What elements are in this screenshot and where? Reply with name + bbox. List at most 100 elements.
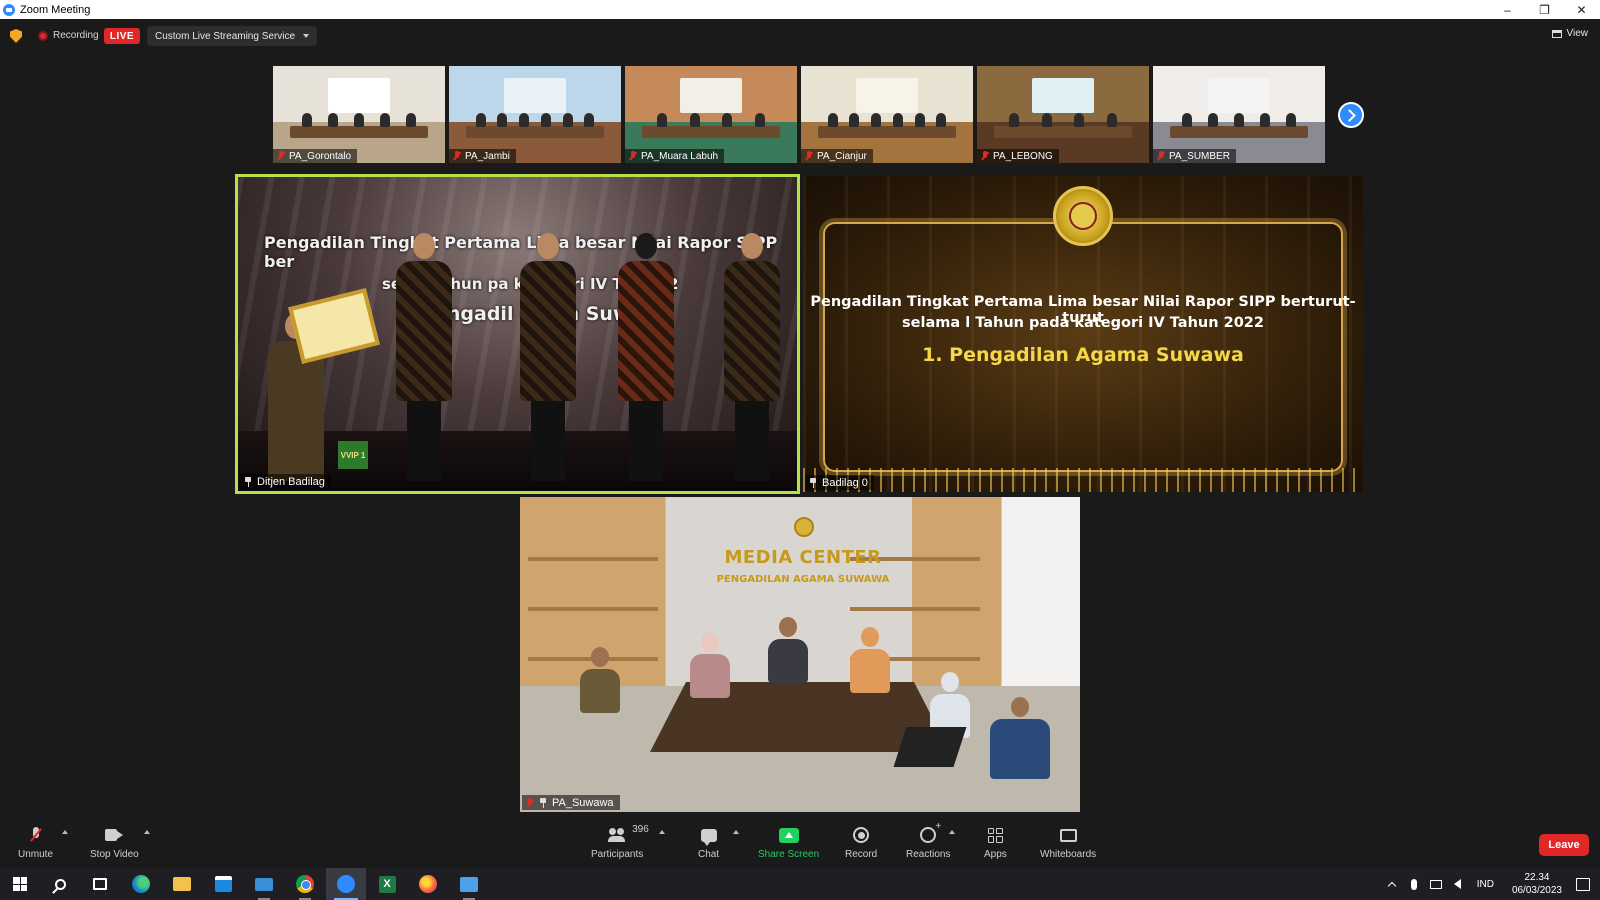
reactions-label: Reactions (906, 849, 951, 860)
thumb-banner (1032, 77, 1094, 113)
meeting-toolbar: Unmute Stop Video 396 Participants Chat … (0, 818, 1600, 868)
mic-muted-icon (30, 827, 42, 843)
apps-button[interactable]: Apps (984, 826, 1007, 860)
close-button[interactable]: ✕ (1563, 0, 1600, 19)
unmute-button[interactable]: Unmute (18, 826, 53, 860)
minimize-button[interactable]: – (1489, 0, 1526, 19)
record-button[interactable]: Record (845, 826, 877, 860)
tray-network[interactable] (1425, 879, 1447, 889)
security-shield-icon[interactable] (10, 29, 22, 43)
participant-name: PA_Jambi (465, 150, 510, 162)
participant-namebar: PA_Cianjur (801, 149, 873, 163)
microphone-icon (1410, 878, 1417, 890)
unmute-label: Unmute (18, 849, 54, 860)
chevron-up-icon (1387, 881, 1396, 891)
task-view-button[interactable] (80, 868, 120, 900)
recording-dot-icon (38, 31, 48, 41)
taskbar-app[interactable] (449, 868, 489, 900)
start-button[interactable] (0, 868, 40, 900)
input-language[interactable]: IND (1469, 879, 1502, 890)
taskbar-chrome[interactable] (285, 868, 325, 900)
search-icon (54, 878, 66, 890)
tray-microphone[interactable] (1403, 878, 1425, 890)
whiteboard-icon (1059, 828, 1077, 842)
participant-thumbnail[interactable]: PA_Gorontalo (273, 66, 445, 163)
taskbar-firefox[interactable] (408, 868, 448, 900)
audio-options-caret-icon[interactable] (62, 830, 68, 834)
participant-namebar: PA_Suwawa (522, 795, 620, 810)
video-camera-icon (105, 829, 123, 841)
recording-label[interactable]: Recording (53, 30, 99, 41)
thumb-banner (1208, 77, 1270, 113)
mic-muted-icon (629, 151, 637, 161)
reactions-options-caret-icon[interactable] (949, 830, 955, 834)
streaming-service-dropdown[interactable]: Custom Live Streaming Service (147, 26, 318, 46)
store-icon (214, 876, 232, 892)
firefox-icon (419, 875, 437, 893)
taskbar-edge[interactable] (121, 868, 161, 900)
taskbar-clock[interactable]: 22.34 06/03/2023 (1502, 871, 1572, 897)
participant-thumbnail[interactable]: PA_Muara Labuh (625, 66, 797, 163)
taskbar-excel[interactable]: X (367, 868, 407, 900)
video-tile-badilag-0[interactable]: Pengadilan Tingkat Pertama Lima besar Ni… (803, 176, 1363, 492)
participants-button[interactable]: 396 Participants (591, 824, 649, 860)
participant-thumbnail[interactable]: PA_Cianjur (801, 66, 973, 163)
stage-person (520, 233, 576, 481)
video-options-caret-icon[interactable] (144, 830, 150, 834)
restore-button[interactable]: ❐ (1526, 0, 1563, 19)
stop-video-button[interactable]: Stop Video (90, 826, 139, 860)
thumb-people (822, 112, 953, 127)
tray-volume[interactable] (1447, 879, 1469, 889)
next-page-arrow-icon[interactable] (1338, 102, 1364, 128)
taskbar-file-explorer[interactable] (162, 868, 202, 900)
participant-namebar: PA_Jambi (449, 149, 516, 163)
participant-thumbnail[interactable]: PA_LEBONG (977, 66, 1149, 163)
participants-options-caret-icon[interactable] (659, 830, 665, 834)
participant-name: PA_Gorontalo (289, 150, 352, 162)
bookshelf (528, 557, 658, 561)
clock-date: 06/03/2023 (1511, 885, 1562, 896)
video-tile-ditjen-badilag[interactable]: Pengadilan Tingkat Pertama Lima besar Ni… (235, 174, 800, 494)
taskbar-search-button[interactable] (40, 868, 80, 900)
show-hidden-icons-button[interactable] (1381, 879, 1403, 891)
view-button[interactable]: View (1551, 28, 1588, 39)
live-badge: LIVE (104, 28, 140, 44)
room-person (990, 697, 1050, 779)
taskbar-store[interactable] (203, 868, 243, 900)
thumb-table (466, 126, 604, 138)
chat-button[interactable]: Chat (698, 826, 719, 860)
share-screen-label: Share Screen (758, 849, 820, 860)
participants-label: Participants (591, 849, 644, 860)
room-person (580, 647, 620, 713)
bookshelf (528, 607, 658, 611)
leave-button[interactable]: Leave (1539, 834, 1589, 856)
participant-name: PA_LEBONG (993, 150, 1053, 162)
participant-thumbnail[interactable]: PA_SUMBER (1153, 66, 1325, 163)
smiley-plus-icon (920, 821, 941, 843)
stop-video-label: Stop Video (90, 849, 139, 860)
notification-center-icon[interactable] (1576, 877, 1590, 891)
stage-person (724, 233, 780, 481)
participant-name: Badilag 0 (822, 476, 868, 489)
taskbar-zoom[interactable] (326, 868, 366, 900)
whiteboards-label: Whiteboards (1040, 849, 1097, 860)
whiteboards-button[interactable]: Whiteboards (1040, 826, 1096, 860)
taskbar-mail[interactable] (244, 868, 284, 900)
pin-icon (539, 797, 547, 808)
thumb-people (1174, 112, 1305, 127)
streaming-service-label: Custom Live Streaming Service (155, 30, 296, 42)
room-person (768, 617, 808, 683)
participant-namebar: PA_Muara Labuh (625, 149, 725, 163)
court-emblem-icon (794, 517, 814, 537)
participant-thumbnail[interactable]: PA_Jambi (449, 66, 621, 163)
thumb-people (646, 112, 777, 127)
room-person (690, 632, 730, 698)
participant-namebar: PA_LEBONG (977, 149, 1059, 163)
video-tile-pa-suwawa[interactable]: MEDIA CENTER PENGADILAN AGAMA SUWAWA PA_… (520, 497, 1080, 812)
thumb-table (1170, 126, 1308, 138)
thumb-banner (504, 77, 566, 113)
share-screen-button[interactable]: Share Screen (758, 826, 819, 860)
excel-icon: X (378, 875, 396, 893)
reactions-button[interactable]: Reactions (906, 821, 951, 860)
chat-options-caret-icon[interactable] (733, 830, 739, 834)
